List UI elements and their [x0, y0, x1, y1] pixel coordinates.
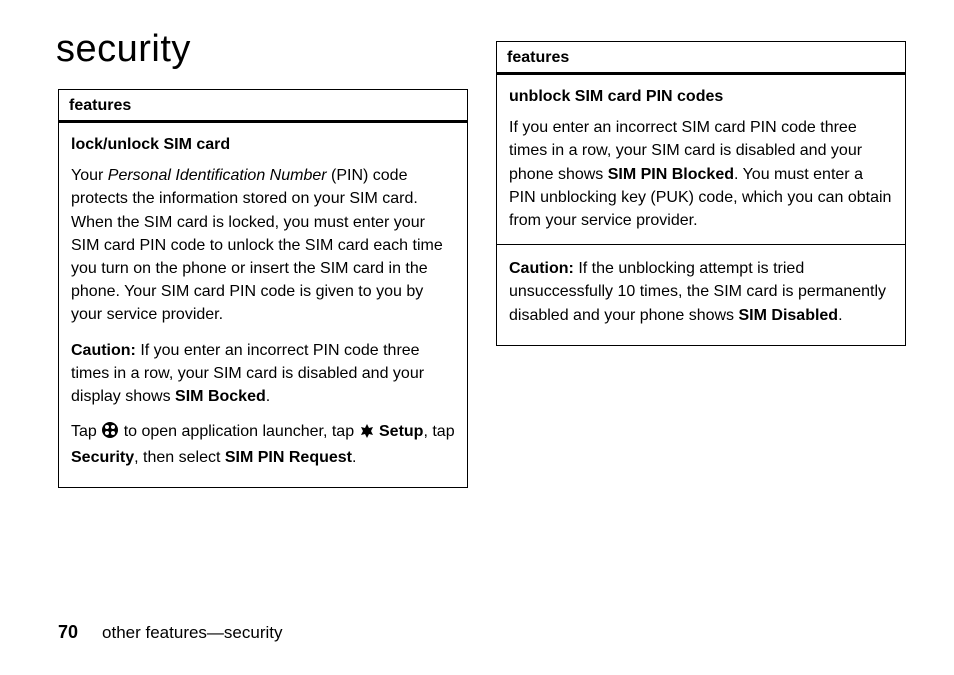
footer-section-path: other features—security: [102, 623, 282, 642]
page-number: 70: [58, 622, 78, 642]
paragraph-pin-description: Your Personal Identification Number (PIN…: [71, 164, 455, 326]
feature-box-lock-unlock: features lock/unlock SIM card Your Perso…: [58, 89, 468, 488]
paragraph-instructions: Tap to open application launcher, tap Se…: [71, 420, 455, 469]
feature-body: lock/unlock SIM card Your Personal Ident…: [59, 123, 467, 487]
left-column: features lock/unlock SIM card Your Perso…: [58, 89, 468, 488]
feature-header: features: [497, 42, 905, 75]
security-label: Security: [71, 449, 134, 466]
subheading-unblock: unblock SIM card PIN codes: [509, 85, 893, 108]
setup-icon: [359, 423, 375, 446]
setup-label: Setup: [379, 423, 423, 440]
feature-header: features: [59, 90, 467, 123]
italic-pin: Personal Identification Number: [108, 167, 327, 184]
page-footer: 70 other features—security: [58, 622, 283, 643]
sim-bocked-label: SIM Bocked: [175, 388, 266, 405]
section-divider: [497, 244, 905, 245]
paragraph-caution-left: Caution: If you enter an incorrect PIN c…: [71, 339, 455, 409]
app-launcher-icon: [101, 421, 119, 446]
right-column: features unblock SIM card PIN codes If y…: [496, 41, 906, 346]
feature-box-unblock: features unblock SIM card PIN codes If y…: [496, 41, 906, 346]
sim-pin-request-label: SIM PIN Request: [225, 449, 352, 466]
caution-label: Caution:: [509, 260, 574, 277]
paragraph-unblock-description: If you enter an incorrect SIM card PIN c…: [509, 116, 893, 232]
sim-disabled-label: SIM Disabled: [739, 307, 839, 324]
subheading-lock-unlock: lock/unlock SIM card: [71, 133, 455, 156]
caution-label: Caution:: [71, 342, 136, 359]
sim-pin-blocked-label: SIM PIN Blocked: [608, 166, 734, 183]
content-columns: features lock/unlock SIM card Your Perso…: [58, 89, 906, 488]
paragraph-caution-right: Caution: If the unblocking attempt is tr…: [509, 257, 893, 327]
feature-body: unblock SIM card PIN codes If you enter …: [497, 75, 905, 345]
